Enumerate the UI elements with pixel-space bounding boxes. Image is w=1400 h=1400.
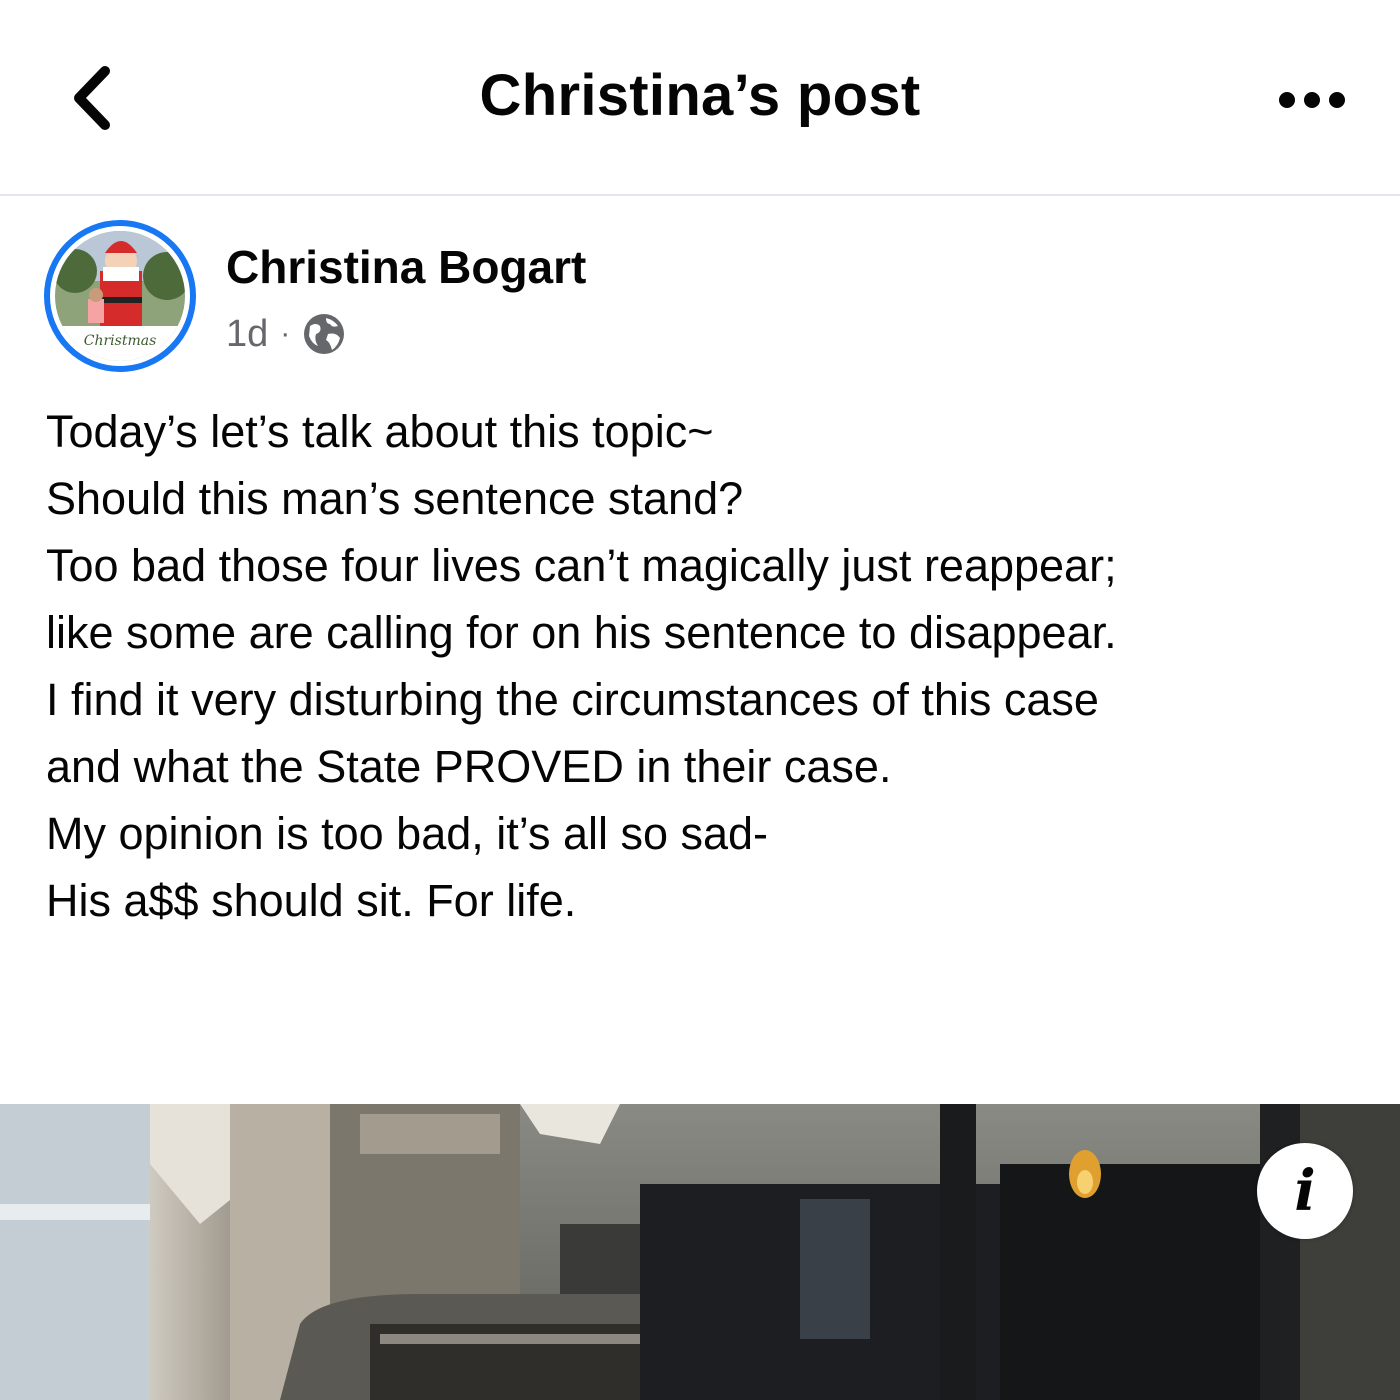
avatar-image: Christmas <box>55 231 185 361</box>
more-options-button[interactable] <box>1262 70 1362 130</box>
post-line: Should this man’s sentence stand? <box>46 473 744 524</box>
post-line: Too bad those four lives can’t magically… <box>46 540 1117 591</box>
post-line: like some are calling for on his sentenc… <box>46 607 1117 658</box>
more-horizontal-icon <box>1279 92 1345 108</box>
globe-icon[interactable] <box>302 312 346 356</box>
avatar-caption: Christmas <box>84 333 157 349</box>
info-button[interactable]: i <box>1257 1143 1353 1239</box>
author-name[interactable]: Christina Bogart <box>226 240 586 294</box>
top-navigation-bar: Christina’s post <box>0 0 1400 196</box>
post-timestamp[interactable]: 1d <box>226 313 268 356</box>
post-line: His a$$ should sit. For life. <box>46 875 577 926</box>
post-line: Today’s let’s talk about this topic~ <box>46 406 714 457</box>
burned-truck-photo <box>0 1104 1400 1400</box>
author-avatar[interactable]: Christmas <box>44 220 196 372</box>
post-photo[interactable] <box>0 1104 1400 1400</box>
post-line: I find it very disturbing the circumstan… <box>46 674 1099 725</box>
post-line: My opinion is too bad, it’s all so sad- <box>46 808 769 859</box>
meta-separator: · <box>280 317 291 350</box>
post-line: and what the State PROVED in their case. <box>46 741 892 792</box>
post-meta: 1d · <box>226 312 346 356</box>
post-body: Today’s let’s talk about this topic~ Sho… <box>46 398 1376 934</box>
page-title: Christina’s post <box>479 63 921 128</box>
